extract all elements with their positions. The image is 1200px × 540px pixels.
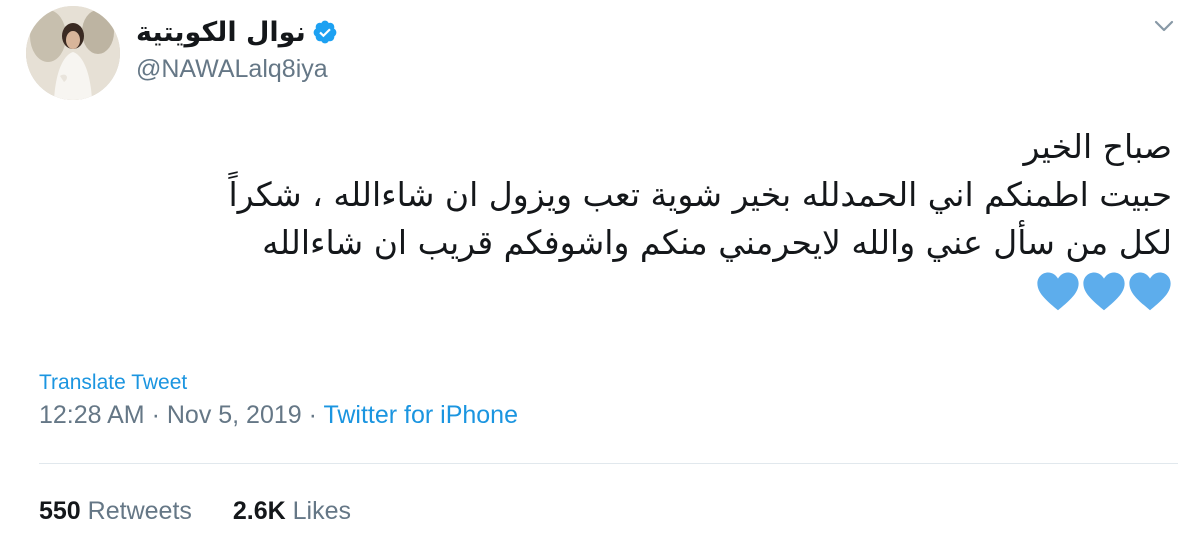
retweets-label: Retweets — [87, 497, 192, 525]
verified-badge-icon — [313, 20, 337, 44]
avatar-image — [26, 6, 120, 100]
meta-separator: · — [301, 401, 324, 429]
divider — [39, 463, 1178, 464]
likes-label: Likes — [292, 497, 351, 525]
tweet-time[interactable]: 12:28 AM — [39, 401, 145, 429]
more-options-button[interactable] — [1150, 15, 1178, 37]
tweet-line: صباح الخير — [1023, 127, 1172, 166]
retweets-stat[interactable]: 550 Retweets — [39, 497, 192, 526]
author-name-row[interactable]: نوال الكويتية — [136, 14, 338, 50]
tweet-line: حبيت اطمنكم اني الحمدلله بخير شوية تعب و… — [228, 175, 1172, 214]
blue-heart-icon — [1037, 272, 1079, 311]
tweet-date[interactable]: Nov 5, 2019 — [167, 401, 302, 429]
tweet-source-link[interactable]: Twitter for iPhone — [323, 401, 518, 429]
tweet-text: صباح الخير حبيت اطمنكم اني الحمدلله بخير… — [32, 123, 1172, 317]
author-handle[interactable]: @NAWALalq8iya — [136, 55, 328, 84]
blue-heart-icon — [1083, 272, 1125, 311]
translate-tweet-link[interactable]: Translate Tweet — [39, 371, 187, 395]
tweet-stats: 550 Retweets 2.6K Likes — [39, 497, 385, 526]
blue-heart-icon — [1129, 272, 1171, 311]
emoji-row — [32, 269, 1172, 317]
chevron-down-icon — [1154, 20, 1174, 32]
display-name[interactable]: نوال الكويتية — [136, 17, 306, 48]
likes-count: 2.6K — [232, 497, 286, 525]
tweet-line: لكل من سأل عني والله لايحرمني منكم واشوف… — [262, 223, 1172, 262]
meta-separator: · — [144, 401, 167, 429]
retweets-count: 550 — [39, 497, 81, 525]
avatar[interactable] — [26, 6, 120, 100]
tweet-meta: 12:28 AM · Nov 5, 2019 · Twitter for iPh… — [39, 401, 518, 430]
likes-stat[interactable]: 2.6K Likes — [233, 497, 351, 526]
